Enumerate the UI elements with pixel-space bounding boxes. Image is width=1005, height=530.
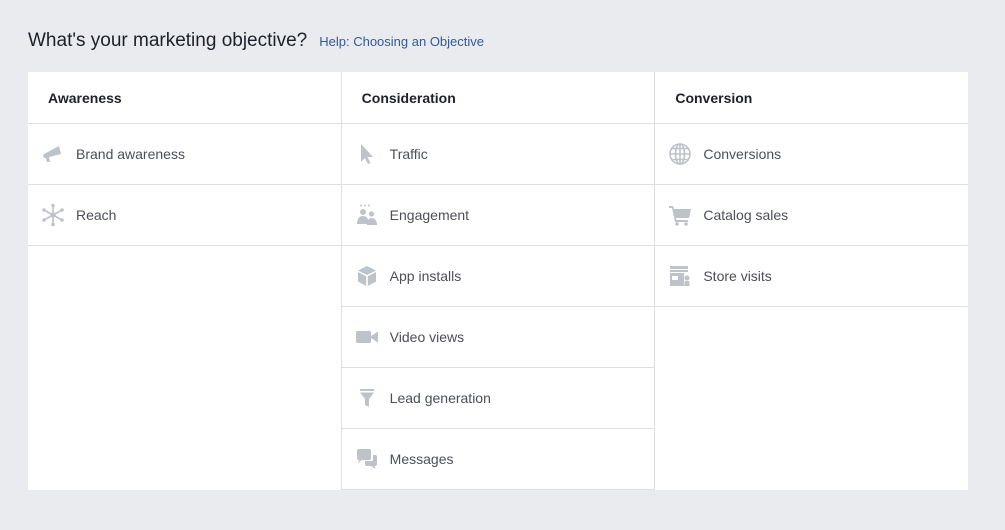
objective-label: Store visits [703,268,772,284]
objective-label: Brand awareness [76,146,185,162]
storefront-icon [667,263,693,289]
objective-video-views[interactable]: Video views [341,307,655,368]
objective-app-installs[interactable]: App installs [341,246,655,307]
megaphone-icon [40,141,66,167]
funnel-icon [354,385,380,411]
objective-label: Catalog sales [703,207,789,223]
help-link[interactable]: Help: Choosing an Objective [319,34,484,49]
objective-reach[interactable]: Reach [28,185,341,246]
objective-label: Reach [76,207,117,223]
globe-icon [667,141,693,167]
chat-bubbles-icon [354,446,380,472]
objective-lead-generation[interactable]: Lead generation [341,368,655,429]
reach-burst-icon [40,202,66,228]
column-consideration: Consideration Traffic Engagement App ins… [341,72,656,490]
objective-traffic[interactable]: Traffic [341,124,655,185]
column-header-conversion: Conversion [655,72,969,124]
column-header-awareness: Awareness [28,72,341,124]
column-awareness: Awareness Brand awareness Reach [28,72,342,490]
cursor-arrow-icon [354,141,380,167]
objective-label: Traffic [389,146,428,162]
objective-panel: Awareness Brand awareness Reach Consider… [28,72,969,490]
page-title: What's your marketing objective? [28,30,308,51]
video-camera-icon [354,324,380,350]
people-engagement-icon [354,202,380,228]
objective-store-visits[interactable]: Store visits [655,246,969,307]
page-header: What's your marketing objective? Help: C… [28,30,484,52]
objective-label: Conversions [703,146,782,162]
objective-conversions[interactable]: Conversions [655,124,969,185]
objective-label: Engagement [389,207,470,223]
objective-catalog-sales[interactable]: Catalog sales [655,185,969,246]
column-conversion: Conversion Conversions Catalog sales Sto… [655,72,969,490]
objective-label: Video views [389,329,465,345]
objective-label: Messages [389,451,454,467]
objective-messages[interactable]: Messages [341,429,655,490]
shopping-cart-icon [667,202,693,228]
objective-engagement[interactable]: Engagement [341,185,655,246]
objective-brand-awareness[interactable]: Brand awareness [28,124,341,185]
objective-label: Lead generation [389,390,491,406]
column-header-consideration: Consideration [341,72,655,124]
objective-label: App installs [389,268,462,284]
box-icon [354,263,380,289]
